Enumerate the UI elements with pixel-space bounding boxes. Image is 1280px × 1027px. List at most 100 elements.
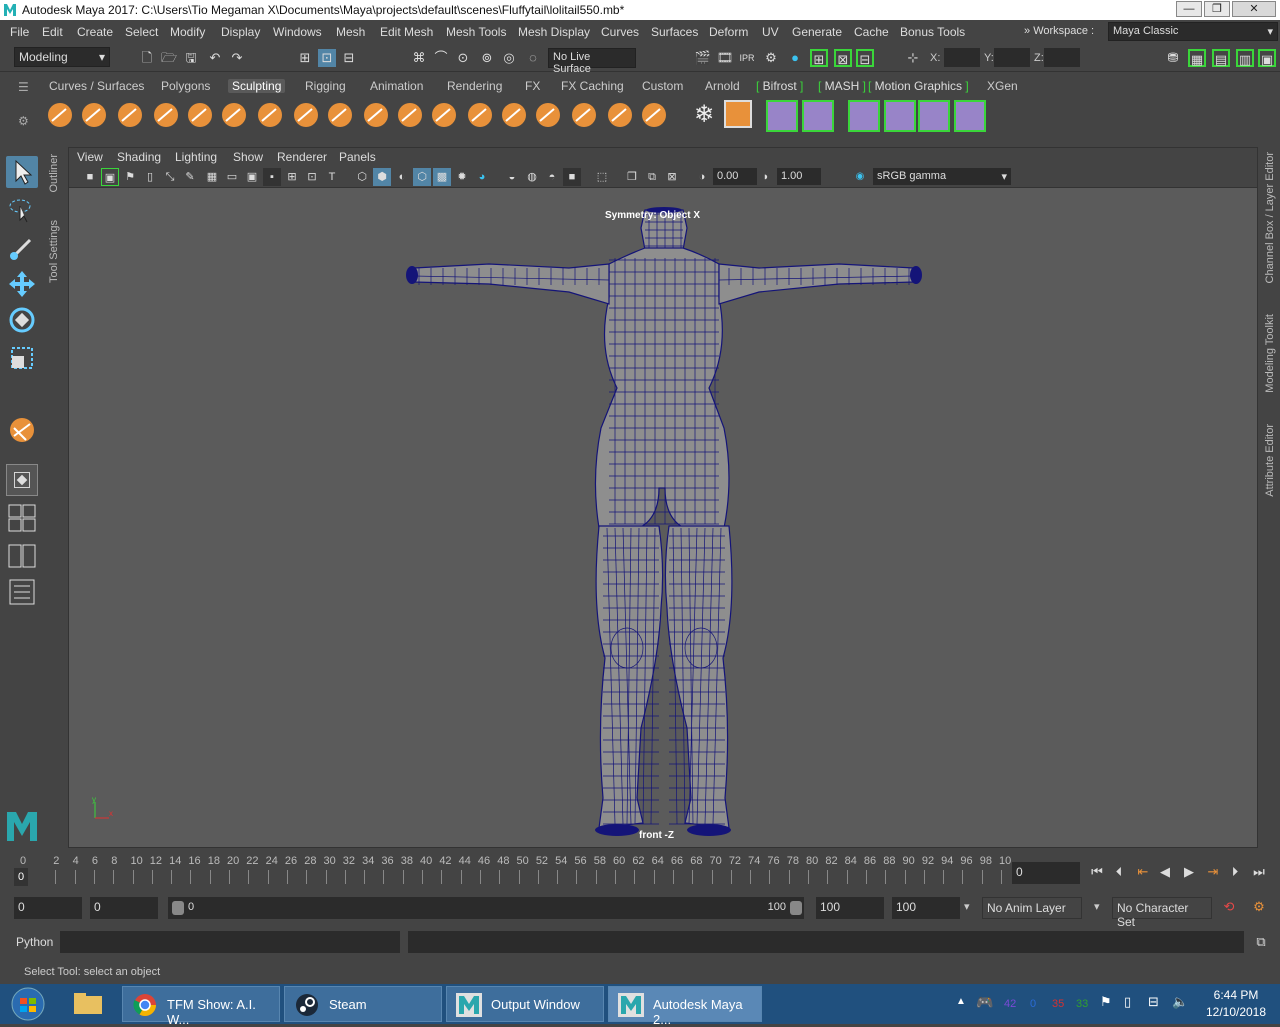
color-management-icon[interactable]: ◉ xyxy=(851,168,869,186)
render-frame-icon[interactable]: 🎞 xyxy=(716,49,734,67)
menu-generate[interactable]: Generate xyxy=(792,25,842,39)
taskbar-steam[interactable]: Steam xyxy=(284,986,442,1022)
image-plane-icon[interactable]: ▯ xyxy=(141,168,159,186)
gamma-icon[interactable]: ◗ xyxy=(757,168,775,186)
menu-edit[interactable]: Edit xyxy=(42,25,63,39)
workspace-dropdown[interactable]: Maya Classic ▾ xyxy=(1108,22,1278,41)
shelf-tab-rigging[interactable]: Rigging xyxy=(305,79,346,93)
menu-select[interactable]: Select xyxy=(125,25,158,39)
menu-surfaces[interactable]: Surfaces xyxy=(651,25,698,39)
modeling-toolkit-toggle-icon[interactable]: ▦ xyxy=(1188,49,1206,67)
make-live-icon[interactable]: ◌ xyxy=(524,49,542,67)
relax-tool-icon[interactable] xyxy=(116,101,144,129)
shelf-tab-rendering[interactable]: Rendering xyxy=(447,79,502,93)
attribute-editor-toggle-icon[interactable]: ▤ xyxy=(1212,49,1230,67)
depth-of-field-icon[interactable]: ■ xyxy=(563,168,581,186)
attribute-editor-tab[interactable]: Attribute Editor xyxy=(1264,424,1276,497)
camera-select-icon[interactable]: ■ xyxy=(81,168,99,186)
gamepad-icon[interactable]: 🎮 xyxy=(976,994,993,1011)
command-language-label[interactable]: Python xyxy=(16,935,53,949)
scale-tool-icon[interactable] xyxy=(6,342,38,374)
motion-graphics-icon-1[interactable] xyxy=(848,100,880,132)
shelf-tab-arnold[interactable]: Arnold xyxy=(705,79,740,93)
command-input[interactable] xyxy=(60,931,400,953)
grid-icon[interactable]: ▦ xyxy=(203,168,221,186)
outliner-layout-icon[interactable] xyxy=(6,576,38,608)
clock-date[interactable]: 12/10/2018 xyxy=(1198,1005,1274,1019)
motion-graphics-icon-3[interactable] xyxy=(918,100,950,132)
auto-key-icon[interactable]: ⟲ xyxy=(1220,898,1238,916)
motion-graphics-icon-4[interactable] xyxy=(954,100,986,132)
ipr-render-icon[interactable]: IPR xyxy=(738,49,756,67)
new-scene-icon[interactable]: 🗋 xyxy=(138,49,156,67)
smooth-shade-icon[interactable]: ⬢ xyxy=(373,168,391,186)
current-frame-marker[interactable]: 0 xyxy=(14,868,28,886)
shelf-tab-fx-caching[interactable]: FX Caching xyxy=(561,79,624,93)
menu-display[interactable]: Display xyxy=(221,25,260,39)
playback-end-field[interactable]: 100 xyxy=(816,897,884,919)
mash-network-icon[interactable] xyxy=(766,100,798,132)
transform-input-icon[interactable]: ⊹ xyxy=(904,49,922,67)
resolution-gate-icon[interactable]: ▣ xyxy=(243,168,261,186)
wax-tool-icon[interactable] xyxy=(396,101,424,129)
chevron-down-icon[interactable]: ▾ xyxy=(964,900,970,913)
modeling-toolkit-tab[interactable]: Modeling Toolkit xyxy=(1264,314,1276,393)
scrape-tool-icon[interactable] xyxy=(430,101,458,129)
time-slider[interactable]: 2 4 6 8 10 12 14 16 18 20 22 24 26 28 30 32 34 36 38 40 42 44… xyxy=(0,852,1280,892)
gamma-field[interactable]: 1.00 xyxy=(777,168,821,185)
shelf-settings-icon[interactable]: ⚙ xyxy=(18,114,29,128)
redo-icon[interactable]: ↷ xyxy=(228,49,246,67)
snap-view-icon[interactable]: ⊚ xyxy=(478,49,496,67)
paint-select-tool-icon[interactable] xyxy=(6,232,38,264)
taskbar-autodesk-maya[interactable]: Autodesk Maya 2... xyxy=(608,986,762,1027)
volume-icon[interactable]: 🔈 xyxy=(1172,994,1188,1010)
gate-mask-icon[interactable]: ▪ xyxy=(263,168,281,186)
z-coordinate-field[interactable] xyxy=(1044,48,1080,67)
select-tool-icon[interactable] xyxy=(6,156,38,188)
shelf-tab-fx[interactable]: FX xyxy=(525,79,540,93)
network-icon[interactable]: ⊟ xyxy=(1148,994,1159,1010)
toggle-attribute-editor-icon[interactable]: ⊠ xyxy=(834,49,852,67)
menu-bonus-tools[interactable]: Bonus Tools xyxy=(900,25,965,39)
select-hierarchy-icon[interactable]: ⊞ xyxy=(296,49,314,67)
panel-menu-panels[interactable]: Panels xyxy=(339,150,376,164)
snap-curve-icon[interactable]: ⌒ xyxy=(432,49,450,67)
play-forwards-icon[interactable]: ▶ xyxy=(1180,863,1198,881)
animation-end-field[interactable]: 100 xyxy=(892,897,960,919)
menu-windows[interactable]: Windows xyxy=(273,25,322,39)
menu-mesh[interactable]: Mesh xyxy=(336,25,365,39)
hypershade-icon[interactable]: ● xyxy=(786,49,804,67)
mode-dropdown[interactable]: Modeling ▾ xyxy=(14,47,110,67)
menu-curves[interactable]: Curves xyxy=(601,25,639,39)
select-objects-icon[interactable]: ⊡ xyxy=(318,49,336,67)
shelf-tab-curves-surfaces[interactable]: Curves / Surfaces xyxy=(49,79,144,93)
default-lighting-icon[interactable]: ◐ xyxy=(393,168,411,186)
clock-time[interactable]: 6:44 PM xyxy=(1206,988,1266,1002)
shelf-tab-bifrost[interactable]: [ Bifrost ] xyxy=(756,79,803,93)
sculpt-brush-icon[interactable] xyxy=(6,414,38,446)
bookmark-icon[interactable]: ⚑ xyxy=(121,168,139,186)
render-view-icon[interactable]: 🎬 xyxy=(694,49,712,67)
foamy-tool-icon[interactable] xyxy=(256,101,284,129)
taskbar-chrome[interactable]: TFM Show: A.I. W... xyxy=(122,986,280,1027)
menu-mesh-display[interactable]: Mesh Display xyxy=(518,25,590,39)
snap-grid-icon[interactable]: ⌘ xyxy=(410,49,428,67)
isolate-select-icon[interactable]: ⬚ xyxy=(593,168,611,186)
lasso-tool-icon[interactable] xyxy=(6,194,38,226)
step-back-key-icon[interactable]: ⇤ xyxy=(1134,863,1152,881)
panel-menu-show[interactable]: Show xyxy=(233,150,263,164)
shelf-tab-polygons[interactable]: Polygons xyxy=(161,79,210,93)
range-start-handle[interactable] xyxy=(172,901,184,915)
step-forward-key-icon[interactable]: ⇥ xyxy=(1204,863,1222,881)
viewport-panel[interactable]: View Shading Lighting Show Renderer Pane… xyxy=(68,147,1258,848)
panel-menu-view[interactable]: View xyxy=(77,150,103,164)
render-settings-icon[interactable]: ⚙ xyxy=(762,49,780,67)
step-back-frame-icon[interactable]: ⏴ xyxy=(1110,863,1128,881)
camera-attributes-icon[interactable]: ▣ xyxy=(101,168,119,186)
rotate-tool-icon[interactable] xyxy=(6,304,38,336)
play-backwards-icon[interactable]: ◀ xyxy=(1156,863,1174,881)
repeat-tool-icon[interactable] xyxy=(326,101,354,129)
panel-menu-lighting[interactable]: Lighting xyxy=(175,150,217,164)
four-view-layout-icon[interactable] xyxy=(6,502,38,534)
grab-tool-icon[interactable] xyxy=(152,101,180,129)
